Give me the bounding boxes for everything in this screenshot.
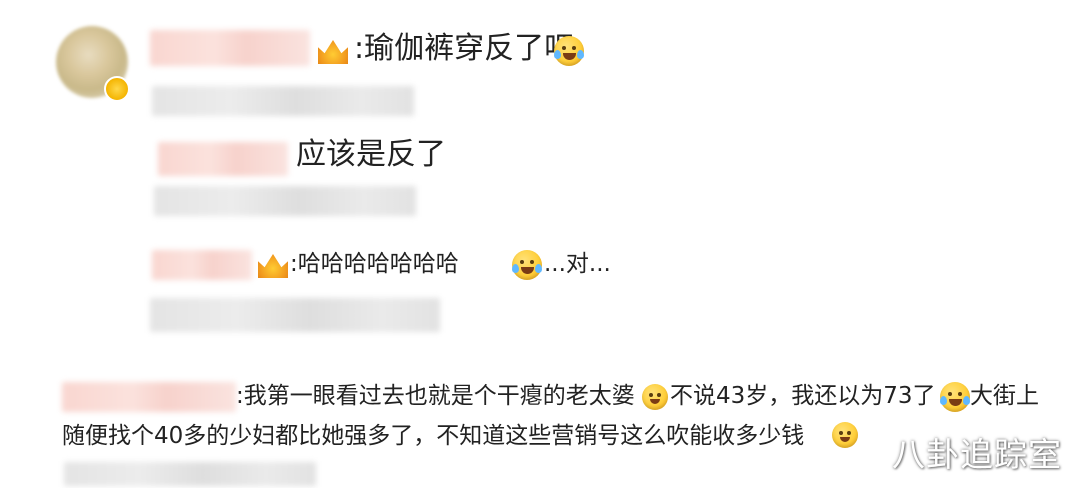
watermark: 八卦追踪室: [892, 435, 1062, 474]
username-blurred[interactable]: [158, 142, 288, 176]
crown-badge-icon: [258, 254, 288, 278]
username-blurred[interactable]: [152, 250, 252, 280]
comment-text: 不说43岁，我还以为73了: [670, 383, 936, 409]
laugh-cry-emoji-icon: [554, 36, 584, 66]
verified-badge-icon: [104, 76, 130, 102]
comment-meta-blurred: [152, 86, 414, 116]
crown-badge-icon: [318, 40, 348, 64]
comment-text: :我第一眼看过去也就是个干瘪的老太婆: [236, 383, 635, 409]
comment-text: 大街上: [970, 383, 1039, 409]
username-blurred[interactable]: [62, 382, 236, 412]
comment-text-suffix: ...对...: [544, 251, 611, 277]
cat-face-emoji-icon: [832, 422, 858, 448]
comment-text: 应该是反了: [296, 137, 446, 172]
comment-meta-blurred: [64, 462, 316, 486]
comment-meta-blurred: [154, 186, 416, 216]
comment-text: :哈哈哈哈哈哈哈: [290, 251, 459, 277]
comment-text: :瑜伽裤穿反了吧: [354, 31, 575, 66]
laugh-cry-emoji-icon: [512, 250, 542, 280]
username-blurred[interactable]: [150, 30, 310, 66]
cat-face-emoji-icon: [642, 384, 668, 410]
laugh-cry-emoji-icon: [940, 382, 970, 412]
comment-text: 随便找个40多的少妇都比她强多了，不知道这些营销号这么吹能收多少钱: [62, 423, 805, 449]
comment-meta-blurred: [150, 298, 440, 332]
